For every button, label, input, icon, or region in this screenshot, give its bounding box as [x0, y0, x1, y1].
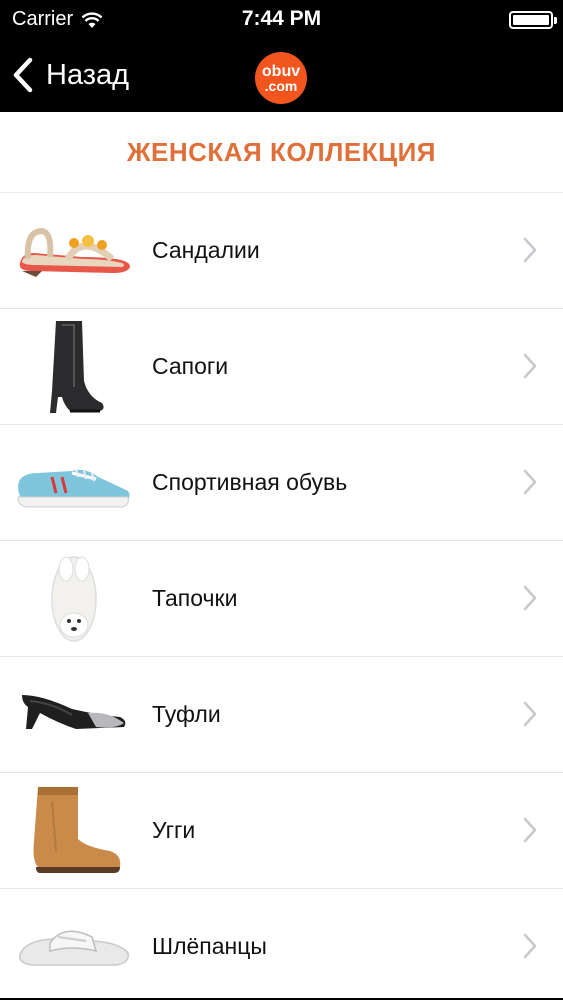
category-item-shoes[interactable]: Туфли — [0, 656, 563, 772]
category-label: Сапоги — [152, 353, 229, 379]
category-label: Спортивная обувь — [152, 469, 348, 495]
category-label: Тапочки — [152, 585, 238, 611]
category-item-slides[interactable]: Шлёпанцы — [0, 888, 563, 1000]
sandal-icon — [19, 227, 130, 277]
page-title: ЖЕНСКАЯ КОЛЛЕКЦИЯ — [127, 137, 436, 167]
back-label: Назад — [46, 58, 130, 91]
sneaker-icon — [17, 468, 130, 508]
slide-icon — [19, 930, 129, 966]
status-bar: Carrier 7:44 PM — [0, 0, 563, 40]
category-item-boots[interactable]: Сапоги — [0, 308, 563, 424]
status-time: 7:44 PM — [241, 7, 322, 30]
back-button[interactable]: Назад — [12, 52, 129, 98]
pump-icon — [22, 695, 126, 729]
chevron-right-icon — [523, 585, 537, 611]
battery-icon — [509, 11, 557, 29]
category-item-slippers[interactable]: Тапочки — [0, 540, 563, 656]
ugg-icon — [33, 787, 121, 873]
slipper-icon — [51, 556, 97, 642]
chevron-right-icon — [523, 237, 537, 263]
category-label: Угги — [152, 817, 196, 843]
logo-text-bottom: .com — [264, 77, 298, 94]
boot-icon — [50, 321, 104, 413]
chevron-right-icon — [523, 817, 537, 843]
chevron-left-icon — [13, 57, 33, 93]
chevron-right-icon — [523, 353, 537, 379]
category-item-sandals[interactable]: Сандалии — [0, 192, 563, 308]
category-label: Сандалии — [152, 237, 260, 263]
category-label: Туфли — [152, 701, 221, 727]
chevron-right-icon — [523, 469, 537, 495]
chevron-right-icon — [523, 701, 537, 727]
top-bar: Carrier 7:44 PM Назад obuv .com — [0, 0, 563, 112]
category-list: Сандалии Сапоги Спортивная обувь Тапочки… — [0, 192, 563, 1000]
category-item-sport[interactable]: Спортивная обувь — [0, 424, 563, 540]
logo: obuv .com — [255, 52, 307, 104]
category-label: Шлёпанцы — [152, 933, 267, 959]
category-item-uggs[interactable]: Угги — [0, 772, 563, 888]
chevron-right-icon — [523, 933, 537, 959]
